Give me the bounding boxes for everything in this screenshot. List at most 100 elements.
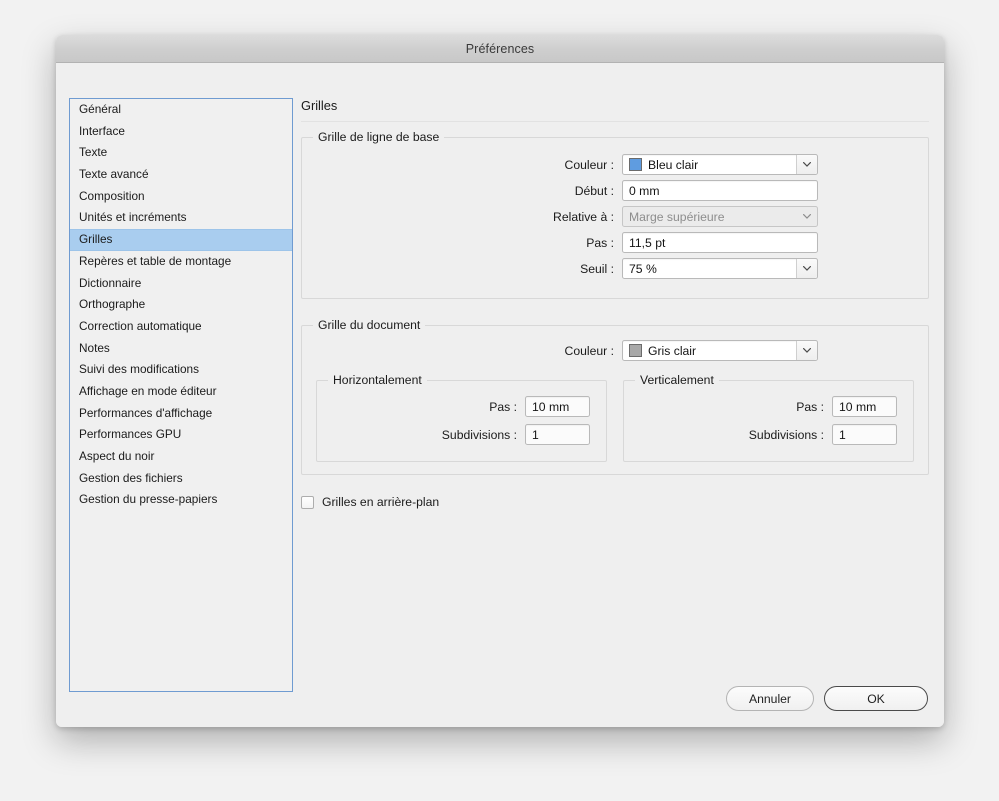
pane-divider — [301, 121, 929, 122]
preferences-pane: Grilles Grille de ligne de base Couleur … — [301, 98, 929, 698]
baseline-color-value: Bleu clair — [648, 157, 699, 172]
document-grid-group: Grille du document Couleur : Gris clair — [301, 318, 929, 475]
dialog-footer: Annuler OK — [726, 686, 928, 711]
baseline-threshold-select[interactable]: 75 % — [622, 258, 818, 279]
baseline-increment-label: Pas : — [586, 235, 614, 250]
chevron-down-icon[interactable] — [797, 207, 817, 226]
baseline-color-row: Couleur : Bleu clair — [302, 154, 928, 175]
grids-in-back-row[interactable]: Grilles en arrière-plan — [301, 495, 929, 509]
sidebar-item-label: Aspect du noir — [79, 449, 155, 463]
sidebar-item-label: Général — [79, 102, 121, 116]
baseline-grid-legend: Grille de ligne de base — [313, 130, 445, 144]
sidebar-item-g-n-ral[interactable]: Général — [70, 99, 292, 121]
sidebar-item-dictionnaire[interactable]: Dictionnaire — [70, 273, 292, 295]
vertical-increment-input[interactable]: 10 mm — [832, 396, 897, 417]
sidebar-item-label: Repères et table de montage — [79, 253, 232, 268]
page-title: Grilles — [301, 98, 338, 113]
document-color-select[interactable]: Gris clair — [622, 340, 818, 361]
horizontal-increment-row: Pas : 10 mm — [317, 396, 606, 417]
cancel-button[interactable]: Annuler — [726, 686, 814, 711]
baseline-grid-fields: Couleur : Bleu clair Début : 0 mm Relati… — [302, 138, 928, 279]
baseline-relative-row: Relative à : Marge supérieure — [302, 206, 928, 227]
baseline-start-value: 0 mm — [629, 183, 660, 198]
sidebar-item-label: Texte avancé — [79, 167, 149, 182]
chevron-down-icon[interactable] — [796, 259, 817, 278]
baseline-threshold-row: Seuil : 75 % — [302, 258, 928, 279]
sidebar-item-performances-gpu[interactable]: Performances GPU — [70, 424, 292, 446]
sidebar-item-label: Dictionnaire — [79, 275, 142, 290]
sidebar-item-label: Performances d'affichage — [79, 405, 213, 420]
horizontal-subgroup: Horizontalement Pas : 10 mm Subdivisions — [316, 373, 607, 462]
baseline-increment-value: 11,5 pt — [629, 235, 666, 250]
sidebar-item-affichage-en-mode-diteur[interactable]: Affichage en mode éditeur — [70, 381, 292, 403]
sidebar-item-orthographe[interactable]: Orthographe — [70, 294, 292, 316]
ok-button[interactable]: OK — [824, 686, 928, 711]
sidebar-item-interface[interactable]: Interface — [70, 121, 292, 143]
baseline-relative-select[interactable]: Marge supérieure — [622, 206, 818, 227]
preferences-category-list[interactable]: Général Interface Texte Texte avancé Composi… — [69, 98, 293, 692]
sidebar-item-correction-automatique[interactable]: Correction automatique — [70, 316, 292, 338]
baseline-increment-input[interactable]: 11,5 pt — [622, 232, 818, 253]
sidebar-item-label: Orthographe — [79, 297, 146, 312]
sidebar-item-label: Affichage en mode éditeur — [79, 383, 217, 398]
grids-in-back-label: Grilles en arrière-plan — [322, 495, 440, 509]
document-color-row: Couleur : Gris clair — [302, 340, 928, 361]
horizontal-increment-label: Pas : — [489, 399, 517, 414]
baseline-color-label: Couleur : — [564, 157, 614, 172]
sidebar-item-composition[interactable]: Composition — [70, 186, 292, 208]
horizontal-subdivisions-row: Subdivisions : 1 — [317, 424, 606, 445]
baseline-relative-value: Marge supérieure — [629, 209, 725, 224]
vertical-increment-row: Pas : 10 mm — [624, 396, 913, 417]
baseline-color-select[interactable]: Bleu clair — [622, 154, 818, 175]
vertical-subdivisions-row: Subdivisions : 1 — [624, 424, 913, 445]
baseline-grid-group: Grille de ligne de base Couleur : Bleu c… — [301, 130, 929, 299]
sidebar-item-gestion-du-presse-papiers[interactable]: Gestion du presse-papiers — [70, 489, 292, 511]
color-swatch-icon — [629, 344, 642, 357]
baseline-relative-label: Relative à : — [553, 209, 614, 224]
sidebar-item-label: Grilles — [79, 232, 113, 247]
sidebar-item-aspect-du-noir[interactable]: Aspect du noir — [70, 446, 292, 468]
window-titlebar: Préférences — [56, 35, 944, 63]
sidebar-item-rep-res-et-table-de-montage[interactable]: Repères et table de montage — [70, 251, 292, 273]
sidebar-item-label: Texte — [79, 145, 108, 160]
vertical-increment-value: 10 mm — [839, 399, 877, 414]
chevron-down-icon[interactable] — [796, 341, 817, 360]
sidebar-item-label: Unités et incréments — [79, 210, 187, 225]
sidebar-item-texte[interactable]: Texte — [70, 142, 292, 164]
baseline-threshold-value: 75 % — [629, 261, 657, 276]
vertical-subdivisions-value: 1 — [839, 427, 846, 442]
document-color-value: Gris clair — [648, 343, 697, 358]
sidebar-item-label: Correction automatique — [79, 318, 202, 333]
window-title: Préférences — [465, 41, 535, 56]
document-grid-legend: Grille du document — [313, 318, 426, 332]
sidebar-item-unit-s-et-incr-ments[interactable]: Unités et incréments — [70, 207, 292, 229]
baseline-start-row: Début : 0 mm — [302, 180, 928, 201]
sidebar-item-label: Gestion du presse-papiers — [79, 492, 218, 507]
vertical-increment-label: Pas : — [796, 399, 824, 414]
document-grid-subgroups: Horizontalement Pas : 10 mm Subdivisions — [302, 366, 928, 462]
grids-in-back-checkbox[interactable] — [301, 495, 314, 509]
preferences-dialog: Préférences Général Interface Texte Texte a… — [56, 35, 944, 727]
vertical-subdivisions-label: Subdivisions : — [748, 427, 824, 442]
chevron-down-icon[interactable] — [796, 155, 817, 174]
baseline-threshold-label: Seuil : — [580, 261, 614, 276]
horizontal-subdivisions-label: Subdivisions : — [441, 427, 517, 442]
sidebar-item-performances-d-affichage[interactable]: Performances d'affichage — [70, 403, 292, 425]
sidebar-item-grilles[interactable]: Grilles — [70, 229, 292, 251]
horizontal-subdivisions-value: 1 — [532, 427, 539, 442]
document-color-label: Couleur : — [564, 343, 614, 358]
baseline-start-input[interactable]: 0 mm — [622, 180, 818, 201]
screen: Préférences Général Interface Texte Texte a… — [0, 0, 999, 801]
sidebar-item-suivi-des-modifications[interactable]: Suivi des modifications — [70, 359, 292, 381]
baseline-start-label: Début : — [574, 183, 614, 198]
sidebar-item-label: Notes — [79, 340, 110, 355]
sidebar-item-gestion-des-fichiers[interactable]: Gestion des fichiers — [70, 468, 292, 490]
vertical-subdivisions-input[interactable]: 1 — [832, 424, 897, 445]
sidebar-item-notes[interactable]: Notes — [70, 338, 292, 360]
sidebar-item-texte-avanc[interactable]: Texte avancé — [70, 164, 292, 186]
horizontal-increment-input[interactable]: 10 mm — [525, 396, 590, 417]
horizontal-legend: Horizontalement — [328, 373, 427, 387]
horizontal-subdivisions-input[interactable]: 1 — [525, 424, 590, 445]
color-swatch-icon — [629, 158, 642, 171]
sidebar-item-label: Performances GPU — [79, 427, 182, 442]
